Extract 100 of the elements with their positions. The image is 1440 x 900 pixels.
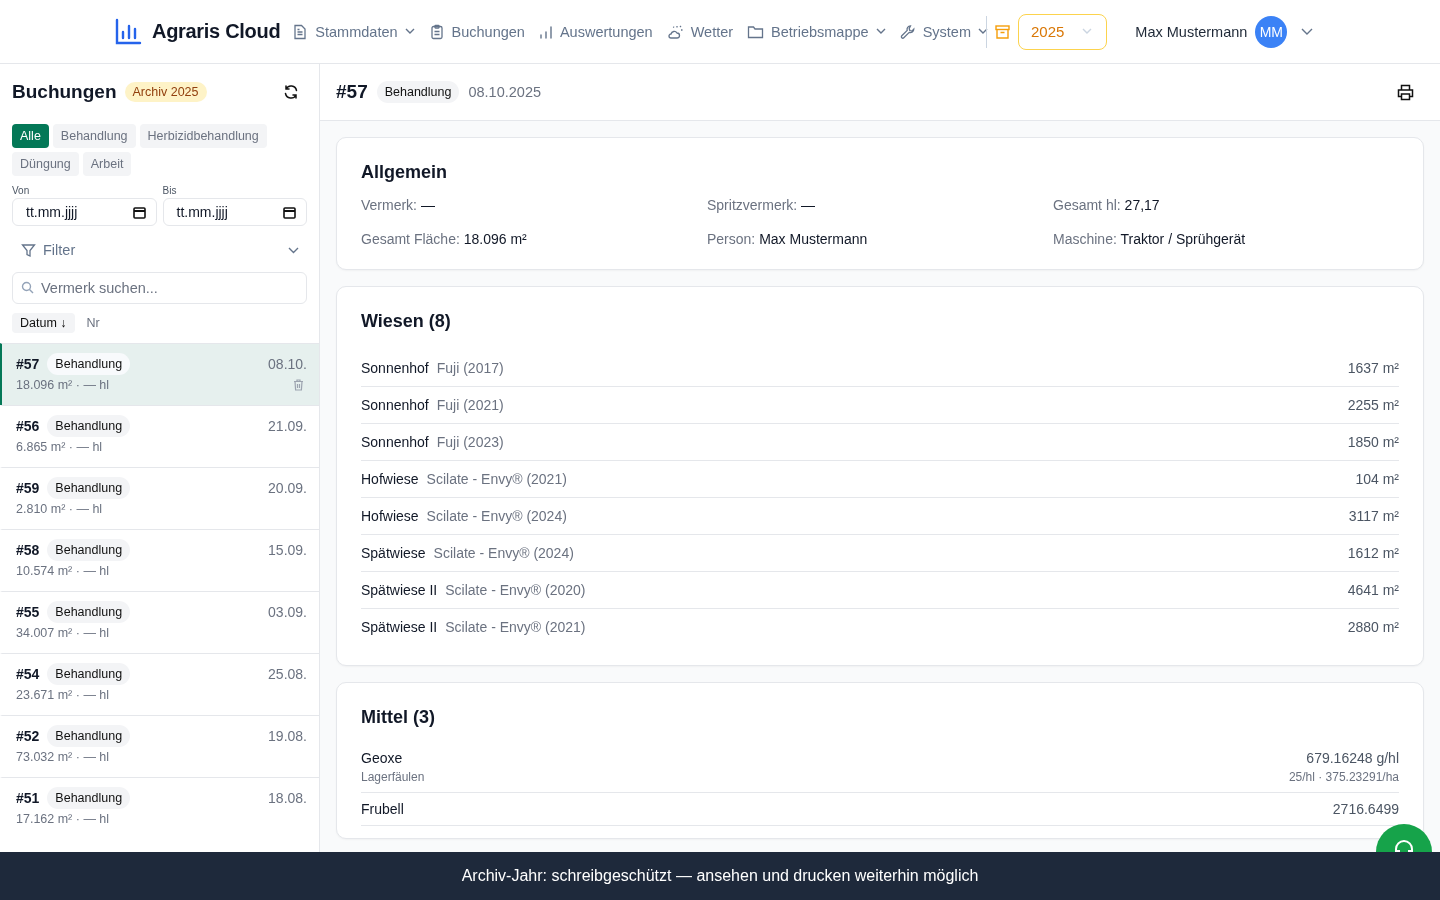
chart-logo-icon [114, 17, 142, 46]
info-field: Maschine: Traktor / Sprühgerät [1053, 231, 1399, 247]
card-title: Wiesen (8) [361, 311, 452, 332]
field-variety: Fuji (2023) [436, 434, 504, 450]
booking-item[interactable]: #55 Behandlung 03.09. 34.007 m² · — hl [0, 591, 319, 653]
field-name: Spätwiese II [361, 582, 438, 598]
print-icon[interactable] [1397, 83, 1414, 101]
filter-toggle[interactable]: Filter [12, 226, 307, 272]
type-filter-chip[interactable]: Düngung [12, 152, 79, 176]
archive-icon [994, 24, 1010, 39]
info-field: Gesamt Fläche: 18.096 m² [361, 231, 707, 247]
booking-date: 08.10.2025 [468, 84, 541, 100]
booking-type: Behandlung [47, 725, 131, 747]
type-filter-chip[interactable]: Herbizidbehandlung [139, 124, 267, 148]
booking-item[interactable]: #54 Behandlung 25.08. 23.671 m² · — hl [0, 653, 319, 715]
card-title: Mittel (3) [361, 707, 436, 728]
filter-icon [21, 242, 36, 258]
field-area: 104 m² [1355, 471, 1399, 487]
refresh-icon[interactable] [283, 84, 299, 100]
booking-number: #58 [16, 542, 40, 558]
user-avatar[interactable]: MM [1255, 15, 1288, 48]
booking-date: 20.09. [268, 480, 307, 496]
year-select[interactable]: 2025 [1017, 13, 1108, 50]
booking-summary: 2.810 m² · — hl [16, 502, 103, 516]
nav-link[interactable]: Wetter [666, 23, 734, 40]
booking-item[interactable]: #58 Behandlung 15.09. 10.574 m² · — hl [0, 529, 319, 591]
booking-summary: 17.162 m² · — hl [16, 812, 110, 826]
booking-type: Behandlung [47, 415, 131, 437]
booking-number: #57 [16, 356, 40, 372]
nav-link[interactable]: Betriebsmappe [747, 23, 886, 40]
booking-type: Behandlung [47, 663, 131, 685]
field-name: Spätwiese II [361, 619, 438, 635]
chevron-down-icon [875, 28, 886, 35]
booking-date: 03.09. [268, 604, 307, 620]
field-name: Sonnenhof [361, 434, 429, 450]
field-variety: Fuji (2021) [436, 397, 504, 413]
agent-amount: 679.16248 g/hl [1306, 750, 1399, 766]
date-label: Von [12, 185, 31, 196]
chevron-down-icon [1082, 28, 1093, 35]
booking-date: 15.09. [268, 542, 307, 558]
agent-name: Geoxe [361, 750, 404, 766]
nav-link[interactable]: Stammdaten [292, 23, 415, 40]
booking-item[interactable]: #56 Behandlung 21.09. 6.865 m² · — hl [0, 405, 319, 467]
nav-link[interactable]: Buchungen [428, 23, 525, 40]
user-name[interactable]: Max Mustermann [1135, 23, 1248, 40]
calendar-icon [132, 205, 146, 219]
calendar-icon [283, 205, 296, 219]
nav-link[interactable]: Auswertungen [538, 23, 653, 40]
card-title: Allgemein [361, 162, 449, 183]
document-icon [292, 23, 309, 40]
wrench-icon [899, 23, 916, 40]
field-area: 4641 m² [1347, 582, 1399, 598]
booking-number: #59 [16, 480, 40, 496]
sidebar-title: Buchungen [12, 81, 117, 103]
chevron-down-icon[interactable] [1301, 27, 1314, 36]
search-field[interactable]: Vermerk suchen... [12, 272, 307, 304]
field-name: Hofwiese [361, 508, 419, 524]
type-filter-chip[interactable]: Alle [12, 124, 49, 148]
date-field[interactable]: tt.mm.jjjj [12, 198, 157, 226]
field-area: 1637 m² [1347, 360, 1399, 376]
field-name: Hofwiese [361, 471, 419, 487]
booking-date: 08.10. [268, 356, 307, 372]
field-area: 2880 m² [1347, 619, 1399, 635]
booking-date: 18.08. [268, 790, 307, 806]
field-name: Spätwiese [361, 545, 426, 561]
date-field[interactable]: tt.mm.jjjj [162, 198, 307, 226]
booking-type: Behandlung [47, 787, 131, 809]
chevron-down-icon [288, 246, 299, 254]
booking-item[interactable]: #57 Behandlung 08.10. 18.096 m² · — hl [0, 343, 319, 405]
sun-cloud-icon [666, 23, 684, 40]
booking-item[interactable]: #59 Behandlung 20.09. 2.810 m² · — hl [0, 467, 319, 529]
field-area: 1612 m² [1347, 545, 1399, 561]
type-filter-chip[interactable]: Behandlung [52, 124, 136, 148]
field-name: Sonnenhof [361, 360, 429, 376]
booking-type: Behandlung [47, 477, 131, 499]
field-variety: Scilate - Envy® (2024) [433, 545, 574, 561]
type-filter-chip[interactable]: Arbeit [82, 152, 132, 176]
info-field: Vermerk: — [361, 197, 707, 213]
booking-number: #57 [336, 81, 368, 103]
date-label: Bis [162, 185, 178, 196]
booking-number: #56 [16, 418, 40, 434]
agent-note: Lagerfäulen [361, 770, 425, 784]
sort-button[interactable]: Datum ↓ [12, 313, 75, 333]
banner-text: Archiv-Jahr: schreibgeschützt — ansehen und drucken weiterhin möglich [461, 867, 979, 885]
brand-name: Agraris Cloud [152, 20, 281, 43]
agent-name: Frubell [361, 801, 404, 817]
field-area: 2255 m² [1347, 397, 1399, 413]
clipboard-icon [428, 23, 445, 40]
booking-summary: 34.007 m² · — hl [16, 626, 110, 640]
booking-type: Behandlung [47, 353, 131, 375]
field-variety: Scilate - Envy® (2021) [445, 619, 586, 635]
booking-summary: 73.032 m² · — hl [16, 750, 110, 764]
booking-number: #55 [16, 604, 40, 620]
booking-item[interactable]: #52 Behandlung 19.08. 73.032 m² · — hl [0, 715, 319, 777]
sort-button[interactable]: Nr [78, 313, 108, 333]
booking-summary: 6.865 m² · — hl [16, 440, 103, 454]
agent-dose: 25/hl · 375.23291/ha [1288, 770, 1399, 784]
field-variety: Fuji (2017) [436, 360, 504, 376]
booking-item[interactable]: #51 Behandlung 18.08. 17.162 m² · — hl [0, 777, 319, 839]
booking-summary: 18.096 m² · — hl [16, 378, 110, 392]
